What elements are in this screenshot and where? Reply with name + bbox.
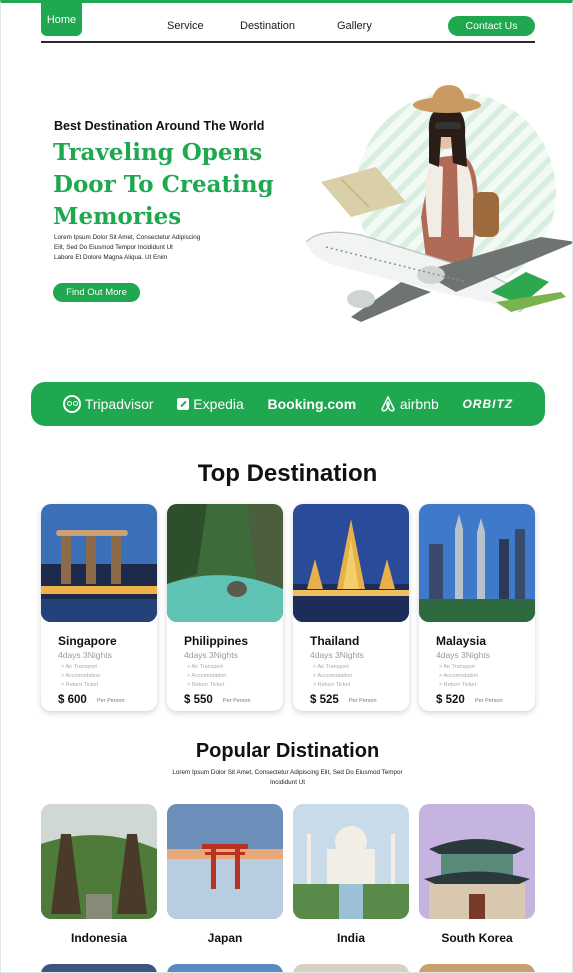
popular-name-indonesia: Indonesia [70, 931, 127, 945]
contact-button[interactable]: Contact Us [448, 16, 535, 36]
popular-title: Popular Distination [195, 740, 380, 762]
destination-duration: 4days 3Nights [184, 650, 238, 660]
feature-air: > Air Transport [187, 664, 223, 670]
popular-name-japan: Japan [207, 931, 243, 945]
top-destination-title: Top Destination [197, 460, 378, 487]
india-image[interactable] [293, 804, 409, 919]
partner-orbitz-label: ORBITZ [462, 397, 514, 411]
singapore-image [41, 504, 157, 622]
hero-description: Lorem Ipsum Dolor Sit Amet, Consectetur … [54, 233, 234, 263]
nav-service[interactable]: Service [167, 20, 204, 32]
feature-return: > Return Ticket [187, 682, 225, 688]
japan-image[interactable] [167, 804, 283, 919]
hero-title: Traveling Opens Door To Creating Memorie… [53, 137, 313, 233]
expedia-logo-icon [177, 398, 190, 410]
partner-airbnb[interactable]: airbnb [380, 395, 439, 413]
popular-text-line2: Incididunt Ut [269, 779, 305, 786]
popular-name-india: India [336, 931, 365, 945]
nav-gallery[interactable]: Gallery [337, 20, 372, 32]
hero-title-line2: Door To Creating [53, 171, 274, 198]
per-person-label: Per Person [475, 698, 503, 704]
feature-accommodation: > Accomodation [187, 673, 227, 679]
hero-subtitle: Best Destination Around The World [54, 119, 265, 133]
malaysia-image [419, 504, 535, 622]
hero-text-line3: Labore Et Dolore Magna Aliqua. Ut Enim [54, 254, 168, 261]
partner-booking[interactable]: Booking.com [268, 396, 357, 412]
partner-tripadvisor[interactable]: Tripadvisor [62, 395, 154, 413]
feature-accommodation: > Accomodation [439, 673, 479, 679]
destination-name: Malaysia [436, 634, 487, 648]
hero-title-line1: Traveling Opens [53, 139, 263, 166]
find-out-more-button[interactable]: Find Out More [53, 283, 140, 302]
per-person-label: Per Person [223, 698, 251, 704]
partner-expedia[interactable]: Expedia [177, 396, 244, 412]
destination-name: Singapore [58, 634, 117, 648]
hero-text-line2: Elit, Sed Do Eiusmod Tempor Incididunt U… [54, 244, 173, 251]
hero-illustration [305, 85, 572, 322]
popular-text-line1: Lorem Ipsum Dolor Sit Amet, Consectetur … [172, 769, 403, 776]
feature-air: > Air Transport [439, 664, 475, 670]
partner-airbnb-label: airbnb [399, 396, 439, 412]
nav-destination[interactable]: Destination [240, 20, 295, 32]
feature-return: > Return Ticket [313, 682, 351, 688]
destination-name: Thailand [310, 634, 360, 648]
next-row-card [419, 964, 535, 972]
partner-orbitz[interactable]: ORBITZ [462, 397, 513, 411]
per-person-label: Per Person [97, 698, 125, 704]
next-row-card [167, 964, 283, 972]
destination-card-philippines[interactable]: Philippines 4days 3Nights > Air Transpor… [167, 504, 283, 711]
feature-return: > Return Ticket [439, 682, 477, 688]
airbnb-logo-icon [381, 395, 395, 412]
hero-text-line1: Lorem Ipsum Dolor Sit Amet, Consectetur … [54, 234, 201, 241]
indonesia-image[interactable] [41, 804, 157, 919]
partners-bar: Tripadvisor Expedia Booking.com airbnb O… [31, 382, 545, 426]
feature-air: > Air Transport [313, 664, 349, 670]
feature-accommodation: > Accomodation [313, 673, 353, 679]
destination-name: Philippines [184, 634, 249, 648]
partner-expedia-label: Expedia [193, 396, 244, 412]
nav-home[interactable]: Home [41, 3, 82, 36]
philippines-image [167, 504, 283, 622]
popular-name-south-korea: South Korea [441, 931, 513, 945]
destination-duration: 4days 3Nights [310, 650, 364, 660]
next-row-card [293, 964, 409, 972]
destination-price: $ 600 [58, 694, 87, 706]
hero-title-line3: Memories [53, 203, 182, 230]
destination-card-thailand[interactable]: Thailand 4days 3Nights > Air Transport >… [293, 504, 409, 711]
top-nav: Home Service Destination Gallery Contact… [41, 3, 535, 43]
south-korea-image[interactable] [419, 804, 535, 919]
next-row-card [41, 964, 157, 972]
destination-duration: 4days 3Nights [58, 650, 112, 660]
destination-price: $ 520 [436, 694, 465, 706]
destination-price: $ 525 [310, 694, 339, 706]
feature-return: > Return Ticket [61, 682, 99, 688]
per-person-label: Per Person [349, 698, 377, 704]
feature-accommodation: > Accomodation [61, 673, 101, 679]
thailand-image [293, 504, 409, 622]
popular-description: Lorem Ipsum Dolor Sit Amet, Consectetur … [151, 768, 424, 788]
partner-tripadvisor-label: Tripadvisor [84, 396, 154, 412]
destination-card-malaysia[interactable]: Malaysia 4days 3Nights > Air Transport >… [419, 504, 535, 711]
destination-price: $ 550 [184, 694, 213, 706]
destination-duration: 4days 3Nights [436, 650, 490, 660]
partner-booking-label: Booking.com [267, 396, 357, 412]
destination-card-singapore[interactable]: Singapore 4days 3Nights > Air Transport … [41, 504, 157, 711]
page-frame: Home Service Destination Gallery Contact… [0, 0, 573, 973]
owl-icon [62, 395, 81, 413]
feature-air: > Air Transport [61, 664, 97, 670]
